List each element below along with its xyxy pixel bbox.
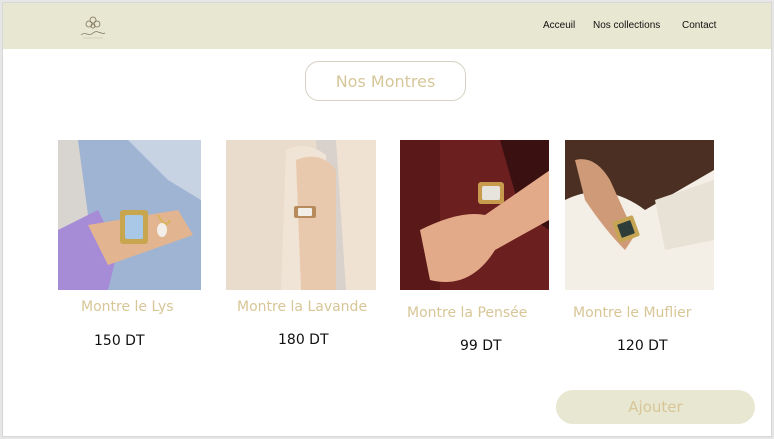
- page-title: Nos Montres: [305, 61, 466, 101]
- nav-link-accueil[interactable]: Acceuil: [543, 20, 575, 31]
- product-image-pensee[interactable]: [400, 140, 549, 290]
- brand-logo[interactable]: [75, 13, 111, 41]
- product-image-muflier[interactable]: [565, 140, 714, 290]
- product-price-muflier: 120 DT: [617, 338, 668, 354]
- product-image-lavande[interactable]: [226, 140, 376, 290]
- product-name-lavande[interactable]: Montre la Lavande: [237, 299, 367, 315]
- page-frame: Acceuil Nos collections Contact Nos Mont…: [2, 2, 772, 437]
- site-header: Acceuil Nos collections Contact: [3, 3, 771, 49]
- product-name-pensee[interactable]: Montre la Pensée: [407, 305, 527, 321]
- nav-link-nos-collections[interactable]: Nos collections: [593, 20, 660, 31]
- nav-link-contact[interactable]: Contact: [682, 20, 716, 31]
- product-image-lys[interactable]: [58, 140, 201, 290]
- product-name-muflier[interactable]: Montre le Muflier: [573, 305, 692, 321]
- product-price-lavande: 180 DT: [278, 332, 329, 348]
- add-button[interactable]: Ajouter: [556, 390, 755, 424]
- product-price-lys: 150 DT: [94, 333, 145, 349]
- product-price-pensee: 99 DT: [460, 338, 502, 354]
- product-name-lys[interactable]: Montre le Lys: [81, 299, 174, 315]
